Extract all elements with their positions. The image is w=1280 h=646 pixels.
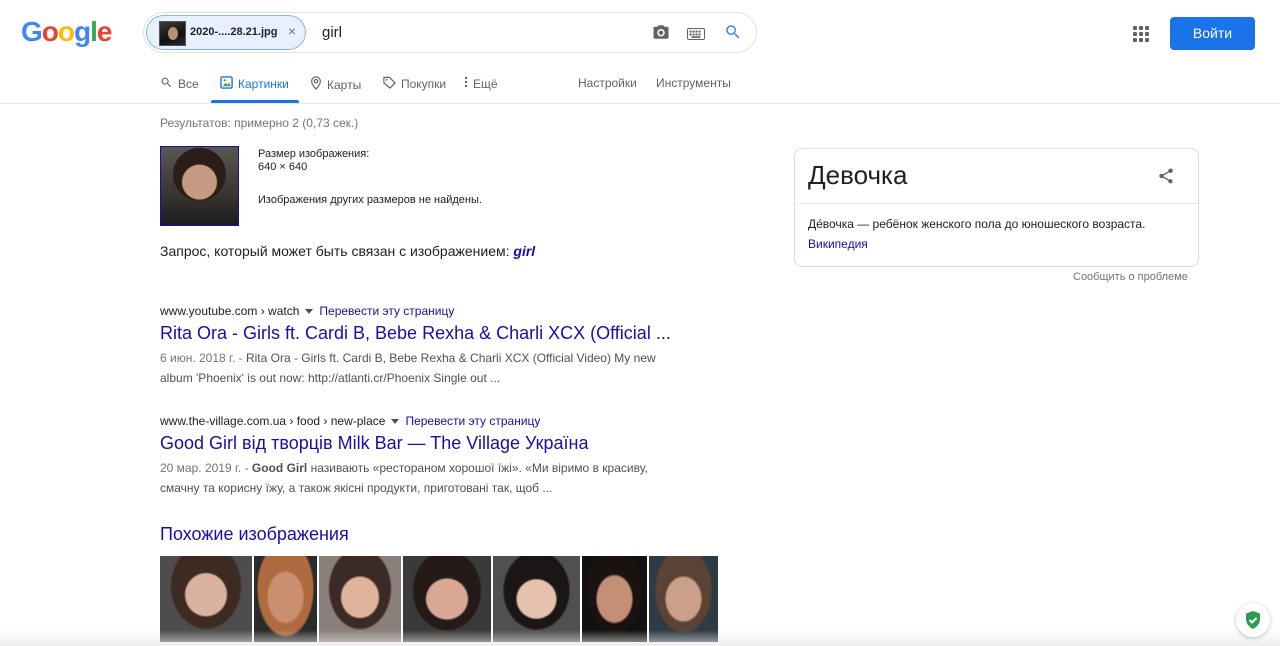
result-snippet: 6 июн. 2018 г. - Rita Ora - Girls ft. Ca… — [160, 348, 700, 388]
tab-label: Покупки — [401, 77, 447, 91]
logo-letter: o — [41, 16, 59, 47]
image-size-info: Размер изображения: 640 × 640 — [258, 148, 369, 174]
divider — [795, 203, 1198, 204]
logo-letter: G — [21, 16, 43, 47]
result-cite[interactable]: www.youtube.com › watch — [160, 304, 299, 318]
tab-label: Ещё — [473, 76, 498, 91]
camera-icon[interactable] — [652, 23, 670, 46]
tab-settings[interactable]: Настройки — [578, 76, 637, 90]
search-input[interactable]: girl — [322, 24, 342, 41]
wikipedia-link[interactable]: Википедия — [808, 237, 868, 251]
image-size-label: Размер изображения: — [258, 148, 370, 160]
snippet-text: album 'Phoenix' is out now: http://atlan… — [160, 371, 501, 385]
similar-images-heading[interactable]: Похожие изображения — [160, 524, 349, 545]
map-pin-icon — [310, 76, 322, 93]
snippet-text: смачну та корисну їжу, а також якісні пр… — [160, 481, 553, 495]
result-stats: Результатов: примерно 2 (0,73 сек.) — [160, 116, 359, 130]
logo-letter: e — [96, 16, 113, 47]
image-icon — [220, 76, 233, 92]
search-result: www.the-village.com.ua › food › new-plac… — [160, 414, 700, 498]
logo-letter: l — [90, 16, 98, 47]
tab-shopping[interactable]: Покупки — [383, 76, 446, 92]
search-icon — [160, 76, 173, 92]
keyboard-icon[interactable] — [687, 27, 705, 45]
google-logo[interactable]: Google — [21, 16, 113, 48]
more-vert-icon — [464, 76, 468, 91]
search-result: www.youtube.com › watch Перевести эту ст… — [160, 304, 700, 388]
image-chip-thumbnail — [159, 21, 186, 46]
tab-maps[interactable]: Карты — [310, 76, 361, 93]
result-url: www.youtube.com › watch Перевести эту ст… — [160, 304, 700, 318]
result-date: 6 июн. 2018 г. - — [160, 351, 246, 365]
snippet-bold: Girl — [286, 461, 308, 475]
tab-label: Карты — [327, 77, 362, 92]
tab-images[interactable]: Картинки — [220, 76, 289, 92]
tab-label: Все — [178, 77, 199, 91]
active-tab-indicator — [211, 100, 299, 103]
result-date: 20 мар. 2019 г. - — [160, 461, 252, 475]
dropdown-arrow-icon[interactable] — [391, 418, 400, 424]
login-button[interactable]: Войти — [1170, 17, 1255, 50]
knowledge-panel: Девочка Де́вочка — ребёнок женского пола… — [794, 148, 1199, 267]
dropdown-arrow-icon[interactable] — [305, 308, 314, 314]
shield-check-icon[interactable] — [1236, 603, 1270, 637]
translate-link[interactable]: Перевести эту страницу — [405, 414, 540, 428]
logo-letter: g — [74, 16, 91, 47]
result-title[interactable]: Good Girl від творців Milk Bar — The Vil… — [160, 433, 700, 454]
snippet-text: Rita Ora - Girls ft. Cardi B, Bebe Rexha… — [245, 351, 656, 365]
tab-label: Инструменты — [656, 76, 731, 90]
tab-more[interactable]: Ещё — [464, 76, 498, 91]
report-problem-link[interactable]: Сообщить о проблеме — [1073, 271, 1188, 283]
result-title[interactable]: Rita Ora - Girls ft. Cardi B, Bebe Rexha… — [160, 323, 700, 344]
translate-link[interactable]: Перевести эту страницу — [319, 304, 454, 318]
search-icon[interactable] — [724, 23, 742, 46]
result-url: www.the-village.com.ua › food › new-plac… — [160, 414, 700, 428]
apps-grid-icon[interactable] — [1133, 26, 1149, 42]
related-query-prefix: Запрос, который может быть связан с изоб… — [160, 243, 514, 259]
logo-letter: o — [57, 16, 75, 47]
tab-label: Настройки — [578, 76, 637, 90]
tab-label: Картинки — [238, 77, 289, 91]
tab-tools[interactable]: Инструменты — [656, 76, 731, 90]
result-cite[interactable]: www.the-village.com.ua › food › new-plac… — [160, 414, 385, 428]
header: Google 2020-....28.21.jpg × girl Войти — [0, 0, 1280, 66]
tab-all[interactable]: Все — [160, 76, 199, 92]
snippet-bold: Good — [251, 461, 287, 475]
image-size-value: 640 × 640 — [258, 161, 308, 173]
related-query: Запрос, который может быть связан с изоб… — [160, 243, 535, 259]
knowledge-panel-title: Девочка — [808, 160, 908, 190]
related-query-link[interactable]: girl — [513, 243, 535, 259]
bottom-fade — [0, 630, 1280, 646]
image-chip-filename: 2020-....28.21.jpg — [190, 26, 278, 38]
tag-icon — [383, 76, 396, 92]
close-icon[interactable]: × — [288, 23, 296, 39]
knowledge-panel-description: Де́вочка — ребёнок женского пола до юнош… — [808, 217, 1146, 231]
image-chip[interactable]: 2020-....28.21.jpg × — [146, 15, 306, 50]
source-image-thumbnail[interactable] — [160, 146, 239, 226]
snippet-text: називають «рестораном хорошої їжі». «Ми … — [307, 461, 648, 475]
search-box[interactable]: 2020-....28.21.jpg × girl — [143, 12, 757, 53]
other-sizes-note: Изображения других размеров не найдены. — [258, 194, 482, 206]
result-snippet: 20 мар. 2019 г. - Good Girl називають «р… — [160, 458, 700, 498]
share-icon[interactable] — [1157, 167, 1175, 190]
search-tabs: Все Картинки Карты Покупки Ещё Настройки… — [0, 66, 1280, 104]
